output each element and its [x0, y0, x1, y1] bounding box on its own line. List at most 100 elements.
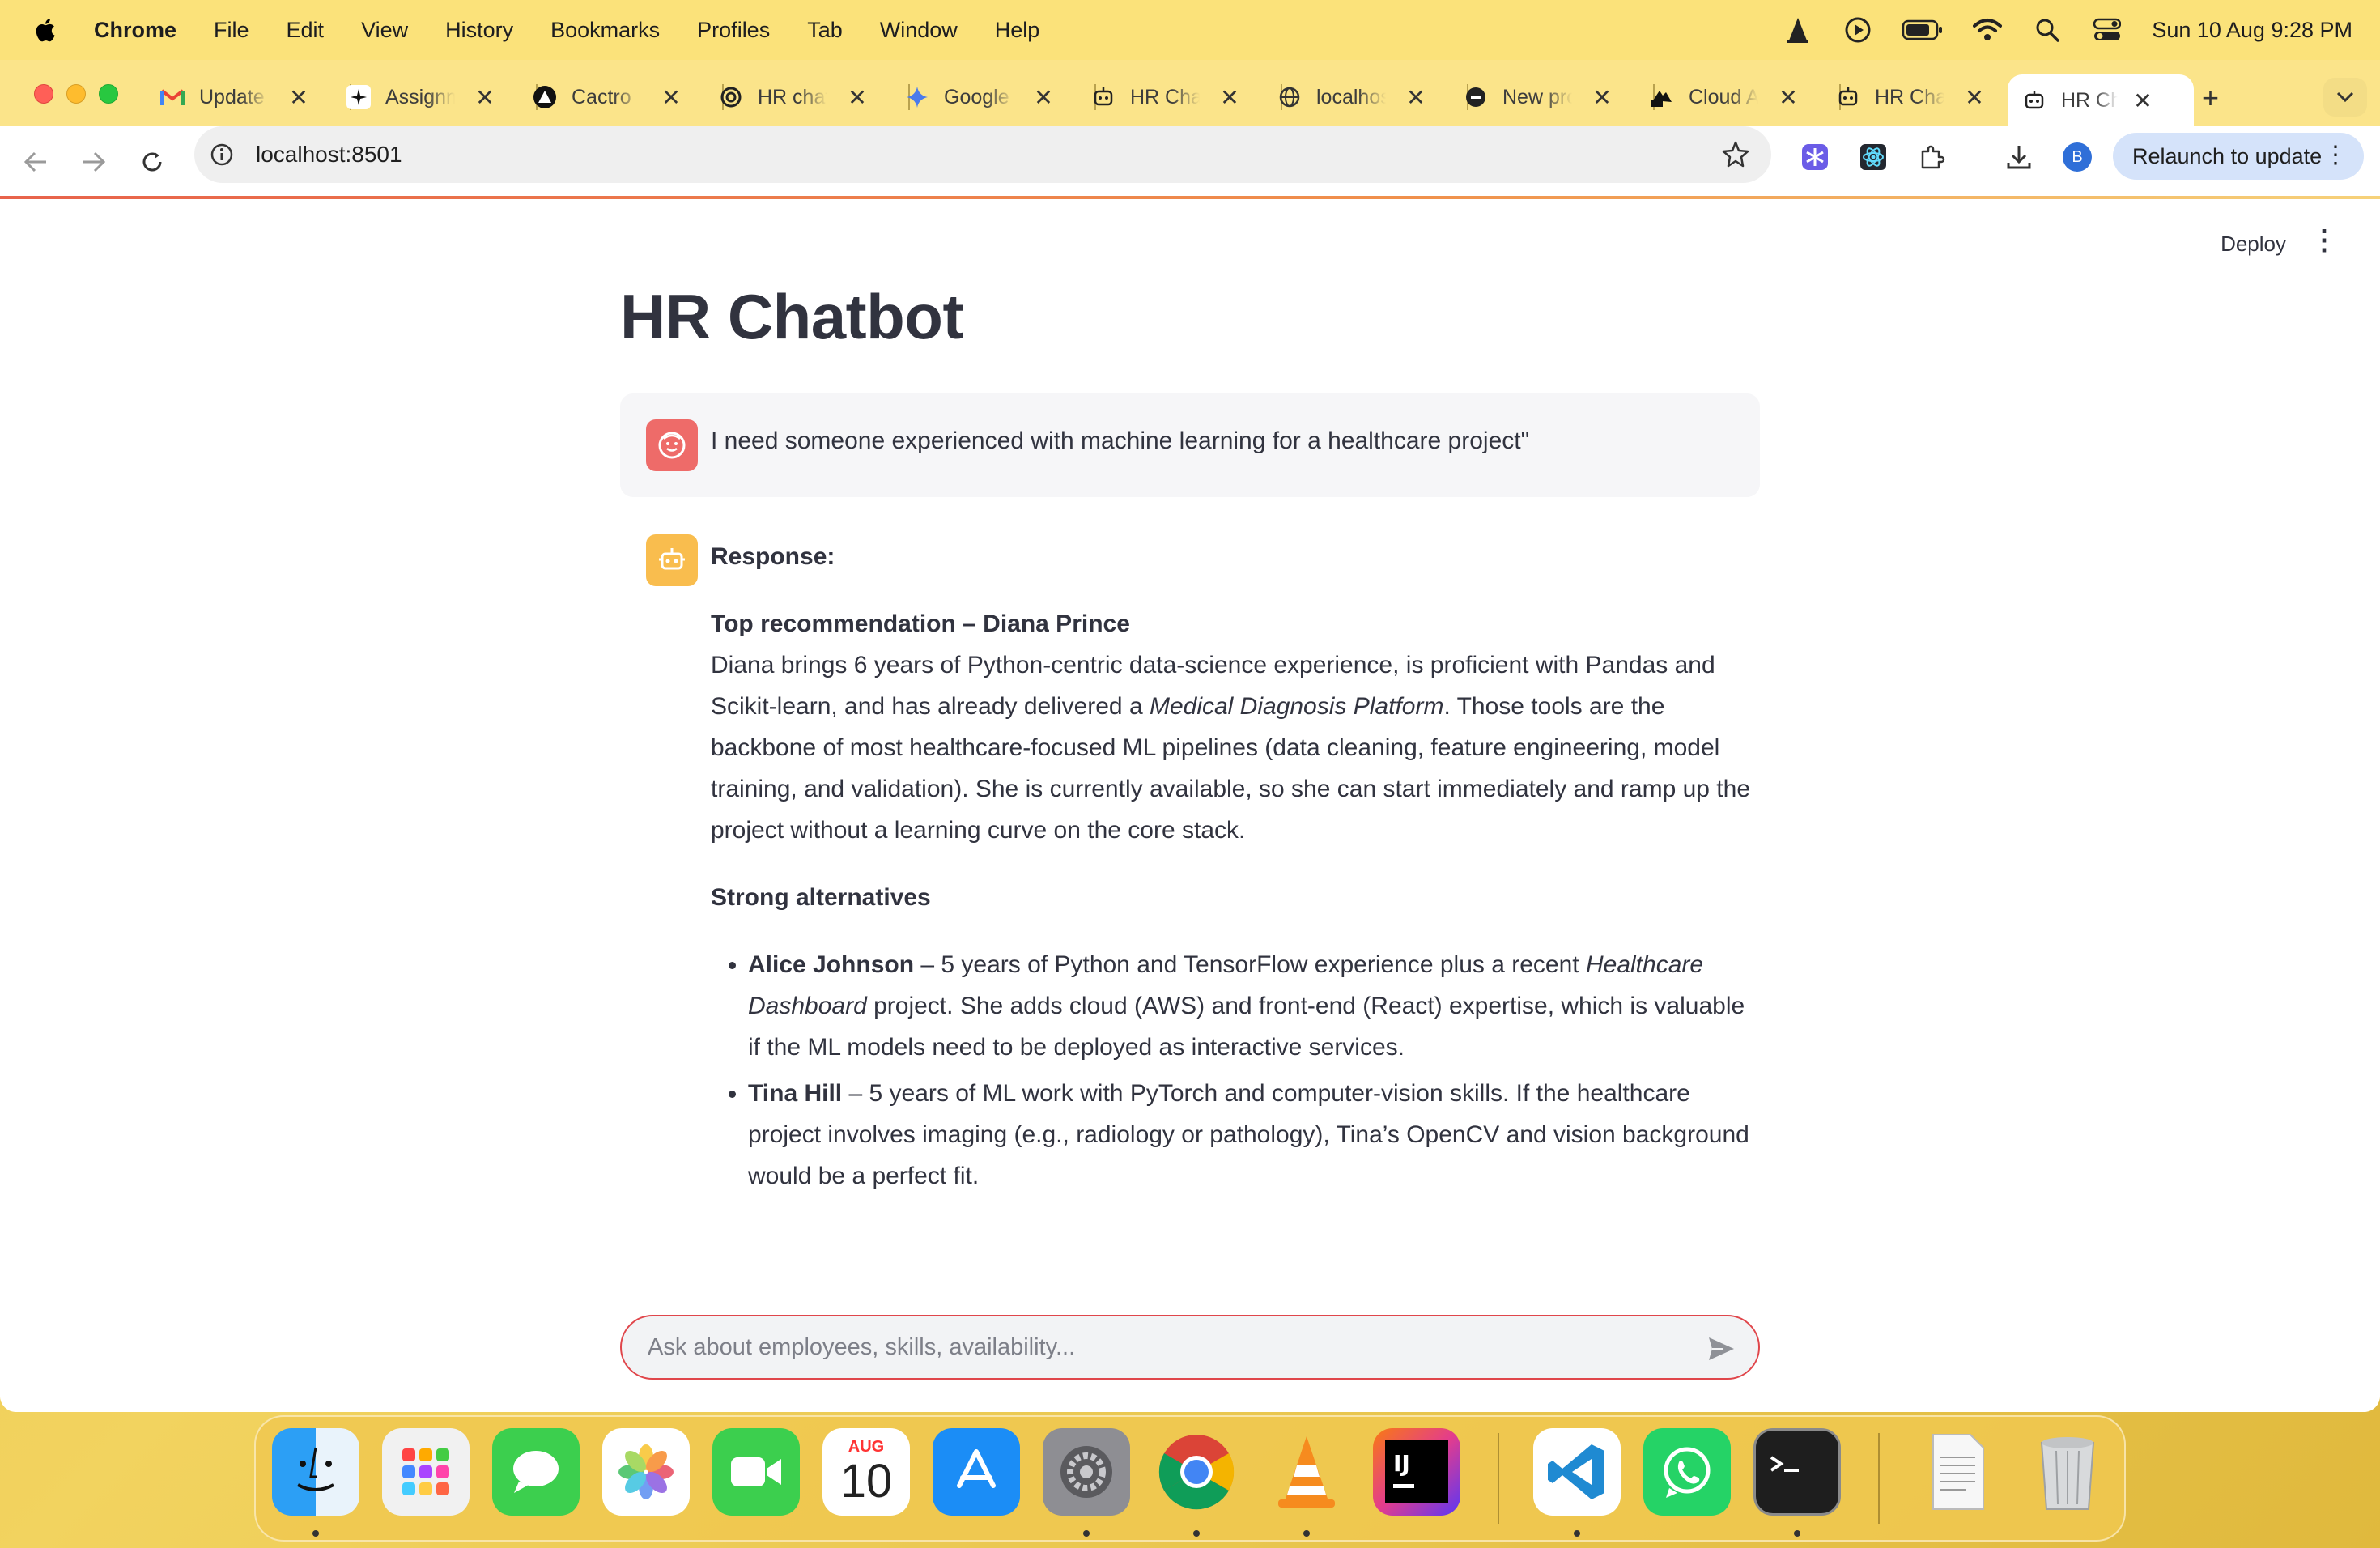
calendar-day: 10 [839, 1455, 893, 1508]
menu-bar-status-area: Sun 10 Aug 9:28 PM [1783, 0, 2352, 60]
tab-localhost[interactable]: localhos ✕ [1277, 74, 1468, 120]
close-tab-icon[interactable]: ✕ [1219, 84, 1240, 111]
profile-initial: B [2072, 147, 2083, 166]
messages-icon[interactable] [492, 1428, 580, 1516]
app-menu-icon[interactable]: ⋮ [2310, 227, 2338, 254]
chat-input-field[interactable] [648, 1333, 1684, 1361]
tab-google[interactable]: Google ✕ [905, 74, 1096, 120]
chrome-menu-icon[interactable]: ⋮ [2323, 143, 2348, 168]
profile-avatar[interactable]: B [2061, 141, 2093, 173]
vlc-icon[interactable] [1783, 16, 1813, 44]
trash-icon[interactable] [2024, 1428, 2111, 1516]
document-icon[interactable] [1914, 1428, 2001, 1516]
menu-window[interactable]: Window [880, 18, 958, 43]
terminal-icon[interactable] [1753, 1428, 1841, 1516]
system-settings-icon[interactable] [1043, 1428, 1130, 1516]
app-store-icon[interactable] [933, 1428, 1020, 1516]
send-icon[interactable] [1706, 1334, 1736, 1363]
close-tab-icon[interactable]: ✕ [474, 84, 495, 111]
tab-strip: Update ✕ Assignm ✕ Cactro ✕ HR chat ✕ Go… [0, 60, 2380, 126]
control-center-icon[interactable] [2092, 16, 2123, 44]
calendar-icon[interactable]: AUG 10 [822, 1428, 910, 1516]
forward-icon[interactable] [78, 146, 110, 178]
tab-hr-chatbot-1[interactable]: HR Cha ✕ [1091, 74, 1282, 120]
close-tab-icon[interactable]: ✕ [2132, 87, 2153, 114]
tab-label: HR Cha [1875, 85, 1944, 108]
back-icon[interactable] [19, 146, 52, 178]
list-item: Alice Johnson – 5 years of Python and Te… [748, 944, 1755, 1068]
close-tab-icon[interactable]: ✕ [1964, 84, 1985, 111]
close-tab-icon[interactable]: ✕ [1592, 84, 1613, 111]
extension-perplexity-icon[interactable] [1799, 141, 1831, 173]
candidate-text: – 5 years of ML work with PyTorch and co… [748, 1080, 1749, 1189]
notion-icon [1464, 85, 1488, 109]
close-tab-icon[interactable]: ✕ [1778, 84, 1799, 111]
menu-view[interactable]: View [361, 18, 408, 43]
search-icon[interactable] [2032, 16, 2063, 44]
user-chat-message: I need someone experienced with machine … [620, 393, 1760, 497]
list-item: Tina Hill – 5 years of ML work with PyTo… [748, 1073, 1755, 1197]
address-bar[interactable]: localhost:8501 [194, 126, 1771, 183]
menu-history[interactable]: History [445, 18, 513, 43]
tab-cloud[interactable]: Cloud A ✕ [1650, 74, 1841, 120]
bookmark-star-icon[interactable] [1721, 140, 1750, 169]
tab-label: HR Cha [2061, 88, 2118, 112]
chrome-icon[interactable] [1153, 1428, 1240, 1516]
launchpad-icon[interactable] [382, 1428, 470, 1516]
close-tab-icon[interactable]: ✕ [288, 84, 309, 111]
close-tab-icon[interactable]: ✕ [1033, 84, 1054, 111]
apple-icon[interactable] [32, 16, 57, 44]
tab-new-project[interactable]: New pro ✕ [1464, 74, 1655, 120]
menu-profiles[interactable]: Profiles [697, 18, 770, 43]
close-tab-icon[interactable]: ✕ [847, 84, 868, 111]
close-tab-icon[interactable]: ✕ [661, 84, 682, 111]
reload-icon[interactable] [136, 146, 168, 178]
chat-input-box[interactable] [620, 1315, 1760, 1380]
vscode-icon[interactable] [1533, 1428, 1621, 1516]
menu-help[interactable]: Help [995, 18, 1040, 43]
intellij-icon[interactable]: IJ [1373, 1428, 1460, 1516]
tab-search-icon[interactable] [2323, 78, 2367, 117]
tab-label: Update [199, 85, 265, 108]
play-icon[interactable] [1842, 16, 1873, 44]
new-tab-icon[interactable]: + [2202, 83, 2219, 113]
tab-label: Assignm [385, 85, 455, 108]
menu-app-name[interactable]: Chrome [94, 18, 176, 43]
close-window-button[interactable] [34, 84, 53, 104]
tab-hr-chat[interactable]: HR chat ✕ [719, 74, 910, 120]
user-avatar [646, 419, 698, 471]
tab-gmail[interactable]: Update ✕ [160, 74, 351, 120]
alternatives-list: Alice Johnson – 5 years of Python and Te… [711, 944, 1755, 1197]
whatsapp-icon[interactable] [1643, 1428, 1731, 1516]
menu-tab[interactable]: Tab [807, 18, 843, 43]
deploy-button[interactable]: Deploy [2221, 232, 2286, 257]
tab-label: HR chat [758, 85, 827, 108]
downloads-icon[interactable] [2003, 141, 2035, 173]
tab-assignment[interactable]: Assignm ✕ [346, 74, 538, 120]
globe-icon [1277, 85, 1302, 109]
photos-icon[interactable] [602, 1428, 690, 1516]
tab-hr-chatbot-2[interactable]: HR Cha ✕ [1836, 74, 2022, 120]
dock-separator [1498, 1433, 1499, 1524]
menu-bar-clock[interactable]: Sun 10 Aug 9:28 PM [2152, 18, 2352, 43]
menu-bookmarks[interactable]: Bookmarks [550, 18, 660, 43]
tab-cactro[interactable]: Cactro ✕ [533, 74, 724, 120]
tab-hr-chatbot-active[interactable]: HR Cha ✕ [2008, 74, 2194, 126]
close-tab-icon[interactable]: ✕ [1405, 84, 1426, 111]
facetime-icon[interactable] [712, 1428, 800, 1516]
wifi-icon[interactable] [1972, 16, 2003, 44]
running-indicator [1574, 1530, 1580, 1537]
menu-file[interactable]: File [214, 18, 249, 43]
minimize-window-button[interactable] [66, 84, 86, 104]
relaunch-to-update-button[interactable]: Relaunch to update ⋮ [2113, 133, 2364, 180]
extensions-puzzle-icon[interactable] [1915, 141, 1948, 173]
url-text[interactable]: localhost:8501 [256, 142, 402, 168]
extension-react-icon[interactable] [1857, 141, 1889, 173]
battery-icon[interactable] [1902, 16, 1943, 44]
fullscreen-window-button[interactable] [99, 84, 118, 104]
tab-label: Google [944, 85, 1009, 108]
site-info-icon[interactable] [209, 142, 235, 168]
vlc-icon[interactable] [1263, 1428, 1350, 1516]
finder-icon[interactable] [272, 1428, 359, 1516]
menu-edit[interactable]: Edit [287, 18, 325, 43]
